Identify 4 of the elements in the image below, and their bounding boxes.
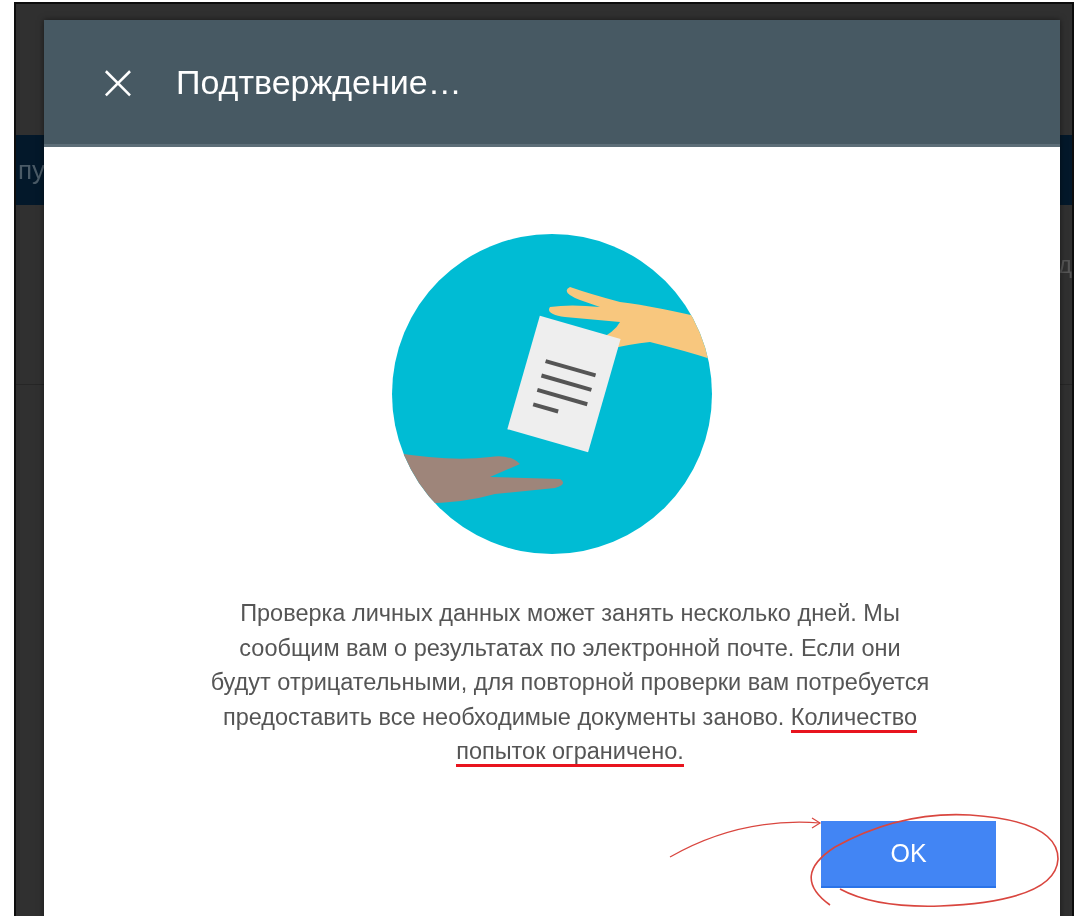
ok-button[interactable]: OK [821,820,996,888]
dialog-title: Подтверждение… [176,62,462,102]
info-message: Проверка личных данных может занять несколько дней. Мы сообщим вам о результатах по электронной почте. Если они будут отрицательными, для повторной проверки вам потребуется предоставить все необходимые документы заново. Количество попыток ограничено. [210,596,930,769]
nav-text: пу [18,154,46,186]
